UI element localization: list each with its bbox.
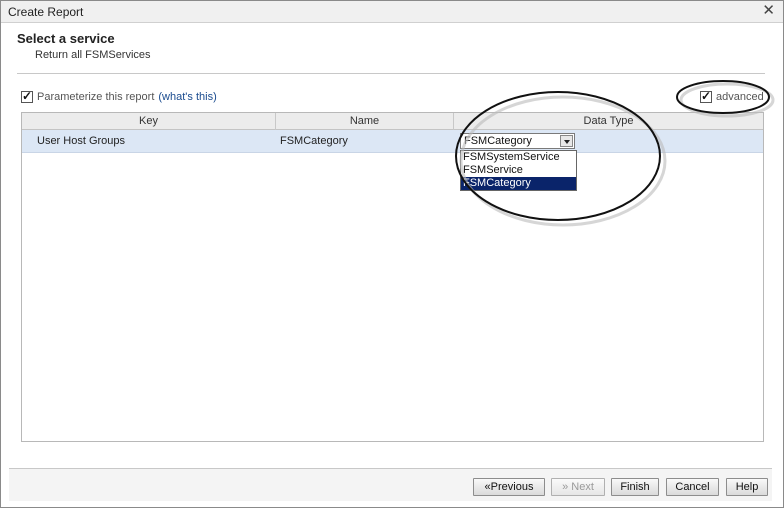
column-header-key[interactable]: Key — [22, 113, 276, 130]
create-report-dialog: Create Report ✕ Select a service Return … — [0, 0, 784, 508]
data-type-select[interactable]: FSMCategory — [460, 133, 575, 149]
table-header: Key Name Data Type — [22, 113, 763, 130]
header-divider — [17, 73, 765, 74]
checkmark-icon: ✓ — [22, 89, 33, 103]
previous-button[interactable]: «Previous — [473, 478, 545, 496]
next-button[interactable]: » Next — [551, 478, 605, 496]
parameterize-checkbox[interactable]: ✓ — [21, 89, 33, 103]
chevron-down-icon — [564, 140, 570, 144]
advanced-label[interactable]: advanced — [716, 91, 764, 103]
column-header-data-type[interactable]: Data Type — [454, 113, 763, 130]
table-row[interactable]: User Host Groups FSMCategory — [22, 130, 763, 153]
title-bar: Create Report ✕ — [1, 1, 783, 23]
data-type-dropdown-list: FSMSystemService FSMService FSMCategory — [460, 150, 577, 191]
window-title: Create Report — [8, 5, 84, 19]
column-header-name[interactable]: Name — [276, 113, 454, 130]
parameters-table: Key Name Data Type User Host Groups FSMC… — [21, 112, 764, 442]
page-subtitle: Return all FSMServices — [35, 49, 151, 61]
cell-name: FSMCategory — [280, 135, 348, 147]
close-icon[interactable]: ✕ — [762, 3, 775, 19]
dropdown-option-fsmcategory[interactable]: FSMCategory — [461, 177, 576, 190]
dropdown-button[interactable] — [560, 135, 573, 147]
page-title: Select a service — [17, 31, 115, 46]
cell-key: User Host Groups — [37, 135, 126, 147]
finish-button[interactable]: Finish — [611, 478, 659, 496]
dropdown-option-fsmsystemservice[interactable]: FSMSystemService — [461, 151, 576, 164]
advanced-option: ✓ advanced — [700, 89, 764, 104]
whats-this-link[interactable]: (what's this) — [158, 91, 216, 103]
cancel-button[interactable]: Cancel — [666, 478, 719, 496]
data-type-selected-value: FSMCategory — [464, 135, 532, 147]
parameterize-label[interactable]: Parameterize this report — [37, 91, 154, 103]
checkmark-icon: ✓ — [701, 89, 712, 103]
parameterize-option: ✓ Parameterize this report (what's this) — [21, 89, 217, 104]
dropdown-option-fsmservice[interactable]: FSMService — [461, 164, 576, 177]
help-button[interactable]: Help — [726, 478, 768, 496]
advanced-checkbox[interactable]: ✓ — [700, 89, 712, 103]
